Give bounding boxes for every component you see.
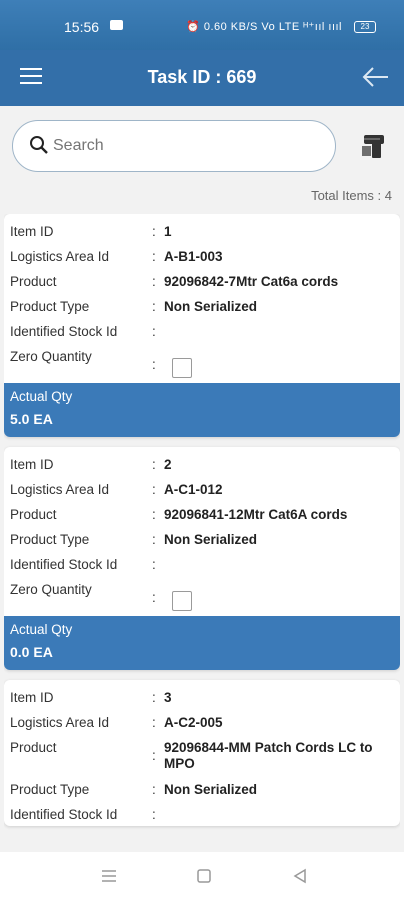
system-navigation-bar <box>0 852 404 900</box>
zero-quantity-checkbox[interactable] <box>172 591 192 611</box>
zero-quantity-row: Zero Quantity : <box>4 343 400 383</box>
separator: : <box>152 715 156 730</box>
product-label: Product <box>10 274 57 289</box>
separator: : <box>152 324 156 339</box>
logistics-area-row: Logistics Area Id : A-C2-005 <box>4 709 400 734</box>
recent-apps-icon[interactable] <box>100 868 118 884</box>
separator: : <box>152 274 156 289</box>
items-list[interactable]: Item ID : 1 Logistics Area Id : A-B1-003… <box>4 214 400 854</box>
separator: : <box>152 748 156 763</box>
actual-qty-label: Actual Qty <box>10 622 73 637</box>
identified-stock-label: Identified Stock Id <box>10 557 118 572</box>
separator: : <box>152 557 156 572</box>
product-label: Product <box>10 740 57 755</box>
logistics-area-label: Logistics Area Id <box>10 482 110 497</box>
home-icon[interactable] <box>196 868 212 884</box>
product-type-value: Non Serialized <box>164 532 258 547</box>
item-id-row: Item ID : 3 <box>4 684 400 709</box>
item-card[interactable]: Item ID : 2 Logistics Area Id : A-C1-012… <box>4 447 400 670</box>
zero-quantity-checkbox[interactable] <box>172 358 192 378</box>
product-type-row: Product Type : Non Serialized <box>4 293 400 318</box>
actual-qty-value: 5.0 EA <box>10 411 53 427</box>
item-id-label: Item ID <box>10 224 54 239</box>
search-input[interactable] <box>51 133 315 159</box>
item-id-label: Item ID <box>10 690 54 705</box>
logistics-area-row: Logistics Area Id : A-B1-003 <box>4 243 400 268</box>
youtube-notification-icon <box>110 20 123 30</box>
separator: : <box>152 782 156 797</box>
total-items-count: Total Items : 4 <box>311 188 392 203</box>
barcode-scanner-icon[interactable] <box>360 132 390 162</box>
product-value: 92096842-7Mtr Cat6a cords <box>164 274 339 289</box>
item-id-row: Item ID : 1 <box>4 218 400 243</box>
actual-qty-bar[interactable]: Actual Qty 5.0 EA <box>4 383 400 437</box>
identified-stock-label: Identified Stock Id <box>10 324 118 339</box>
product-type-label: Product Type <box>10 782 90 797</box>
separator: : <box>152 590 156 605</box>
zero-quantity-label: Zero Quantity <box>10 582 92 597</box>
status-time: 15:56 <box>64 19 100 35</box>
actual-qty-bar[interactable]: Actual Qty 0.0 EA <box>4 616 400 670</box>
identified-stock-label: Identified Stock Id <box>10 807 118 822</box>
separator: : <box>152 532 156 547</box>
actual-qty-label: Actual Qty <box>10 389 73 404</box>
item-id-value: 2 <box>164 457 172 472</box>
separator: : <box>152 507 156 522</box>
separator: : <box>152 457 156 472</box>
product-row: Product : 92096842-7Mtr Cat6a cords <box>4 268 400 293</box>
product-type-value: Non Serialized <box>164 299 258 314</box>
product-row: Product : 92096844-MM Patch Cords LC to … <box>4 734 400 776</box>
item-id-row: Item ID : 2 <box>4 451 400 476</box>
search-icon <box>30 136 48 154</box>
logistics-area-label: Logistics Area Id <box>10 715 110 730</box>
back-nav-icon[interactable] <box>292 868 308 884</box>
separator: : <box>152 249 156 264</box>
product-type-label: Product Type <box>10 532 90 547</box>
separator: : <box>152 224 156 239</box>
logistics-area-label: Logistics Area Id <box>10 249 110 264</box>
battery-icon: 23 <box>354 21 376 33</box>
identified-stock-row: Identified Stock Id : <box>4 551 400 576</box>
product-value: 92096841-12Mtr Cat6A cords <box>164 507 348 522</box>
zero-quantity-label: Zero Quantity <box>10 349 92 364</box>
product-label: Product <box>10 507 57 522</box>
page-title: Task ID : 669 <box>147 67 257 87</box>
product-row: Product : 92096841-12Mtr Cat6A cords <box>4 501 400 526</box>
item-id-value: 3 <box>164 690 172 705</box>
status-indicators: ⏰ 0.60 KB/S Vo LTE ᴴ⁺ııl ıııl <box>186 21 342 33</box>
item-card[interactable]: Item ID : 1 Logistics Area Id : A-B1-003… <box>4 214 400 437</box>
separator: : <box>152 299 156 314</box>
app-bar: Task ID : 669 <box>0 50 404 106</box>
back-arrow-icon[interactable] <box>360 62 390 92</box>
logistics-area-value: A-B1-003 <box>164 249 223 264</box>
product-type-row: Product Type : Non Serialized <box>4 526 400 551</box>
item-id-value: 1 <box>164 224 172 239</box>
search-box[interactable] <box>12 120 336 172</box>
product-type-label: Product Type <box>10 299 90 314</box>
logistics-area-value: A-C1-012 <box>164 482 223 497</box>
product-type-row: Product Type : Non Serialized <box>4 776 400 801</box>
item-id-label: Item ID <box>10 457 54 472</box>
identified-stock-row: Identified Stock Id : <box>4 801 400 826</box>
separator: : <box>152 482 156 497</box>
separator: : <box>152 690 156 705</box>
separator: : <box>152 807 156 822</box>
zero-quantity-row: Zero Quantity : <box>4 576 400 616</box>
identified-stock-row: Identified Stock Id : <box>4 318 400 343</box>
product-value: 92096844-MM Patch Cords LC to MPO <box>164 740 373 771</box>
logistics-area-value: A-C2-005 <box>164 715 223 730</box>
product-type-value: Non Serialized <box>164 782 258 797</box>
status-bar: 15:56 ⏰ 0.60 KB/S Vo LTE ᴴ⁺ııl ıııl 23 <box>0 0 404 50</box>
item-card[interactable]: Item ID : 3 Logistics Area Id : A-C2-005… <box>4 680 400 826</box>
actual-qty-value: 0.0 EA <box>10 644 53 660</box>
logistics-area-row: Logistics Area Id : A-C1-012 <box>4 476 400 501</box>
separator: : <box>152 357 156 372</box>
